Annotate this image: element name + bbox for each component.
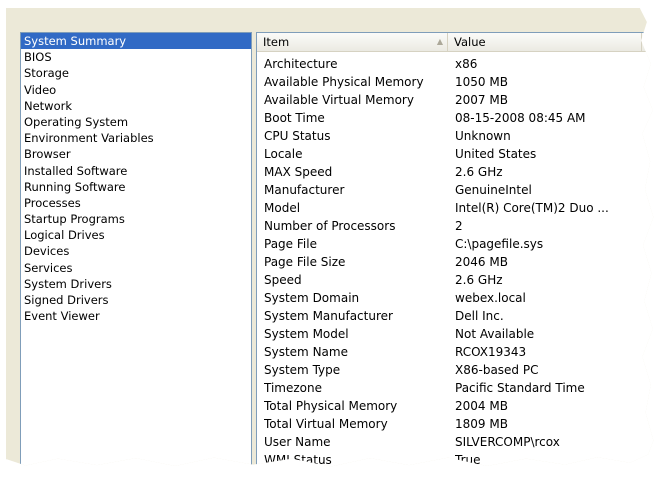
table-row[interactable]: Page File C:\pagefile.sys (257, 235, 653, 253)
table-row[interactable]: Boot Time 08-15-2008 08:45 AM (257, 109, 653, 127)
value-cell: X86-based PC (455, 363, 539, 377)
value-cell: 2046 MB (455, 255, 508, 269)
item-cell: Manufacturer (264, 183, 345, 197)
table-row[interactable]: System Name RCOX19343 (257, 343, 653, 361)
column-header-value-label: Value (454, 35, 486, 49)
category-item[interactable]: System Drivers (21, 276, 251, 292)
column-header-item[interactable]: Item ▲ (257, 33, 448, 51)
value-cell: C:\pagefile.sys (455, 237, 544, 251)
category-item[interactable]: BIOS (21, 49, 251, 65)
table-row[interactable]: Available Physical Memory 1050 MB (257, 73, 653, 91)
value-cell: 08-15-2008 08:45 AM (455, 111, 586, 125)
item-cell: CPU Status (264, 129, 331, 143)
sort-indicator-icon: ▲ (436, 37, 443, 46)
item-cell: Number of Processors (264, 219, 396, 233)
table-row[interactable]: Number of Processors 2 (257, 217, 653, 235)
value-cell: SILVERCOMP\rcox (455, 435, 560, 449)
table-row[interactable]: Total Virtual Memory 1809 MB (257, 415, 653, 433)
item-cell: WMI Status (264, 453, 332, 467)
value-cell: x86 (455, 57, 478, 71)
value-cell: GenuineIntel (455, 183, 532, 197)
value-cell: Dell Inc. (455, 309, 504, 323)
table-row[interactable]: Available Virtual Memory 2007 MB (257, 91, 653, 109)
table-row[interactable]: System Model Not Available (257, 325, 653, 343)
value-cell: United States (455, 147, 537, 161)
category-item[interactable]: Environment Variables (21, 130, 251, 146)
category-item[interactable]: Network (21, 98, 251, 114)
table-row[interactable]: Speed 2.6 GHz (257, 271, 653, 289)
table-row[interactable]: Timezone Pacific Standard Time (257, 379, 653, 397)
table-body: Architecture x86 Available Physical Memory… (257, 55, 653, 467)
item-cell: MAX Speed (264, 165, 333, 179)
item-cell: Speed (264, 273, 302, 287)
item-cell: Timezone (264, 381, 322, 395)
table-row[interactable]: System Type X86-based PC (257, 361, 653, 379)
column-header-value[interactable]: Value (448, 33, 642, 51)
category-item[interactable]: Signed Drivers (21, 292, 251, 308)
category-item[interactable]: Storage (21, 65, 251, 81)
category-item[interactable]: Browser (21, 146, 251, 162)
table-row[interactable]: User Name SILVERCOMP\rcox (257, 433, 653, 451)
category-item[interactable]: Startup Programs (21, 211, 251, 227)
category-item[interactable]: Installed Software (21, 163, 251, 179)
category-item[interactable]: Running Software (21, 179, 251, 195)
table-row[interactable]: MAX Speed 2.6 GHz (257, 163, 653, 181)
table-row[interactable]: Model Intel(R) Core(TM)2 Duo ... (257, 199, 653, 217)
table-row[interactable]: WMI Status True (257, 451, 653, 467)
item-cell: System Manufacturer (264, 309, 393, 323)
item-cell: Page File (264, 237, 317, 251)
category-list[interactable]: System Summary BIOS Storage Video Network Ope… (20, 32, 252, 467)
category-item[interactable]: Devices (21, 243, 251, 259)
value-cell: 1050 MB (455, 75, 508, 89)
item-cell: System Domain (264, 291, 360, 305)
value-cell: RCOX19343 (455, 345, 527, 359)
item-cell: System Type (264, 363, 341, 377)
item-cell: Boot Time (264, 111, 325, 125)
table-row[interactable]: Locale United States (257, 145, 653, 163)
table-row[interactable]: Architecture x86 (257, 55, 653, 73)
item-cell: Total Virtual Memory (264, 417, 388, 431)
horizontal-scrollbar[interactable] (20, 469, 654, 475)
window-frame: System Summary BIOS Storage Video Network Ope… (6, 8, 654, 475)
table-row[interactable]: CPU Status Unknown (257, 127, 653, 145)
category-item[interactable]: Processes (21, 195, 251, 211)
category-item[interactable]: Event Viewer (21, 308, 251, 324)
value-cell: True (455, 453, 481, 467)
value-cell: 1809 MB (455, 417, 508, 431)
table-header: Item ▲ Value (257, 33, 654, 52)
item-cell: Locale (264, 147, 303, 161)
value-cell: Not Available (455, 327, 535, 341)
column-header-item-label: Item (263, 35, 290, 49)
value-cell: Unknown (455, 129, 511, 143)
item-cell: Model (264, 201, 301, 215)
item-cell: Architecture (264, 57, 338, 71)
value-cell: 2 (455, 219, 463, 233)
item-cell: Total Physical Memory (264, 399, 398, 413)
category-item[interactable]: Logical Drives (21, 227, 251, 243)
item-cell: User Name (264, 435, 331, 449)
item-cell: System Model (264, 327, 349, 341)
value-cell: 2004 MB (455, 399, 508, 413)
table-row[interactable]: System Manufacturer Dell Inc. (257, 307, 653, 325)
item-cell: Page File Size (264, 255, 346, 269)
item-cell: System Name (264, 345, 348, 359)
table-row[interactable]: Total Physical Memory 2004 MB (257, 397, 653, 415)
table-row[interactable]: Page File Size 2046 MB (257, 253, 653, 271)
value-cell: 2.6 GHz (455, 165, 503, 179)
value-cell: Pacific Standard Time (455, 381, 585, 395)
category-item[interactable]: System Summary (21, 33, 251, 50)
value-cell: 2.6 GHz (455, 273, 503, 287)
details-table: Item ▲ Value Architecture x86 Available Ph… (256, 32, 654, 467)
category-item[interactable]: Operating System (21, 114, 251, 130)
table-row[interactable]: Manufacturer GenuineIntel (257, 181, 653, 199)
table-row[interactable]: System Domain webex.local (257, 289, 653, 307)
item-cell: Available Physical Memory (264, 75, 424, 89)
value-cell: 2007 MB (455, 93, 508, 107)
category-item[interactable]: Video (21, 82, 251, 98)
value-cell: Intel(R) Core(TM)2 Duo ... (455, 201, 609, 215)
value-cell: webex.local (455, 291, 526, 305)
category-item[interactable]: Services (21, 260, 251, 276)
item-cell: Available Virtual Memory (264, 93, 414, 107)
